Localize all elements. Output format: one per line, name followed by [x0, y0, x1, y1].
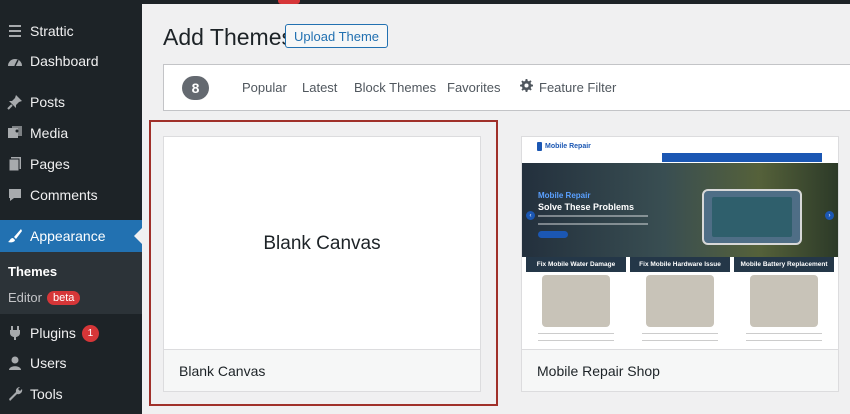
sidebar-item-plugins[interactable]: Plugins 1: [0, 317, 142, 349]
slider-prev-icon: ‹: [526, 211, 535, 220]
preview-headline: Mobile Repair: [538, 191, 591, 200]
wrench-icon: [0, 386, 30, 402]
preview-service-label: Fix Mobile Hardware Issue: [630, 257, 730, 272]
sidebar-item-label: Posts: [30, 94, 66, 110]
appearance-submenu: Themes Editor beta: [0, 252, 142, 314]
preview-subheadline: Solve These Problems: [538, 202, 635, 212]
media-icon: [0, 125, 30, 141]
preview-service-image: [542, 275, 610, 327]
pin-icon: [0, 94, 30, 110]
phone-icon: [537, 142, 542, 151]
submenu-item-editor[interactable]: Editor beta: [8, 290, 81, 305]
sidebar-item-appearance[interactable]: Appearance: [0, 220, 142, 252]
preview-logo: Mobile Repair: [537, 142, 591, 151]
sidebar-item-comments[interactable]: Comments: [0, 179, 142, 211]
tab-popular[interactable]: Popular: [242, 80, 287, 95]
submenu-item-label: Themes: [8, 264, 58, 279]
plug-icon: [0, 325, 30, 341]
gear-icon: [520, 79, 533, 95]
slider-next-icon: ›: [825, 211, 834, 220]
pages-icon: [0, 156, 30, 172]
update-count-badge: 1: [81, 324, 99, 342]
theme-name: Mobile Repair Shop: [522, 349, 838, 391]
sidebar-item-label: Pages: [30, 156, 70, 172]
sidebar-item-label: Dashboard: [30, 53, 99, 69]
feature-filter-button[interactable]: Feature Filter: [520, 79, 616, 95]
theme-filter-bar: 8 Popular Latest Block Themes Favorites …: [163, 64, 850, 111]
preview-service-text: [642, 333, 718, 341]
sidebar-item-label: Strattic: [30, 23, 74, 39]
sidebar-item-users[interactable]: Users: [0, 347, 142, 379]
sidebar-item-strattic[interactable]: Strattic: [0, 15, 142, 47]
sidebar-item-label: Appearance: [30, 228, 106, 244]
theme-count-badge: 8: [182, 76, 209, 100]
tab-latest[interactable]: Latest: [302, 80, 337, 95]
preview-service: Fix Mobile Water Damage: [526, 257, 626, 349]
theme-card-mobile-repair-shop[interactable]: Mobile Repair Mobile Repair Solve These …: [521, 136, 839, 392]
theme-screenshot[interactable]: Mobile Repair Mobile Repair Solve These …: [522, 137, 838, 349]
user-icon: [0, 355, 30, 371]
preview-service-label: Mobile Battery Replacement: [734, 257, 834, 272]
preview-service-image: [750, 275, 818, 327]
submenu-item-label: Editor: [8, 290, 42, 305]
admin-bar-strip: [142, 0, 850, 4]
sidebar-item-label: Users: [30, 355, 67, 371]
tab-block-themes[interactable]: Block Themes: [354, 80, 436, 95]
sidebar-item-posts[interactable]: Posts: [0, 86, 142, 118]
selection-highlight: [149, 120, 498, 406]
feature-filter-label: Feature Filter: [539, 79, 617, 95]
sidebar-item-dashboard[interactable]: Dashboard: [0, 45, 142, 77]
admin-sidebar: Strattic Dashboard Posts Media Pages Com…: [0, 0, 142, 414]
preview-nav: [662, 153, 822, 162]
sidebar-item-label: Tools: [30, 386, 63, 402]
preview-service-text: [746, 333, 822, 341]
preview-service: Mobile Battery Replacement: [734, 257, 834, 349]
sidebar-item-label: Comments: [30, 187, 98, 203]
preview-hero: Mobile Repair Solve These Problems ‹ ›: [522, 163, 838, 257]
preview-service-text: [538, 333, 614, 341]
submenu-item-themes[interactable]: Themes: [8, 264, 57, 279]
preview-service-label: Fix Mobile Water Damage: [526, 257, 626, 272]
dashboard-icon: [0, 53, 30, 69]
preview-service: Fix Mobile Hardware Issue: [630, 257, 730, 349]
notification-indicator: [278, 0, 300, 4]
upload-theme-button[interactable]: Upload Theme: [285, 24, 389, 48]
sidebar-item-pages[interactable]: Pages: [0, 148, 142, 180]
page-title: Add Themes: [163, 24, 293, 50]
preview-services: Fix Mobile Water Damage Fix Mobile Hardw…: [522, 257, 838, 349]
sidebar-item-label: Plugins: [30, 325, 76, 341]
sidebar-item-media[interactable]: Media: [0, 117, 142, 149]
preview-tablet-image: [702, 189, 802, 245]
preview-cta: [538, 231, 568, 238]
preview-logo-text: Mobile Repair: [545, 143, 591, 150]
sidebar-item-tools[interactable]: Tools: [0, 378, 142, 410]
preview-paragraph: [538, 215, 648, 225]
brush-icon: [0, 228, 30, 244]
strattic-icon: [0, 23, 30, 39]
sidebar-item-label: Media: [30, 125, 69, 141]
beta-badge: beta: [46, 290, 81, 305]
tab-favorites[interactable]: Favorites: [447, 80, 500, 95]
comment-icon: [0, 187, 30, 203]
preview-service-image: [646, 275, 714, 327]
